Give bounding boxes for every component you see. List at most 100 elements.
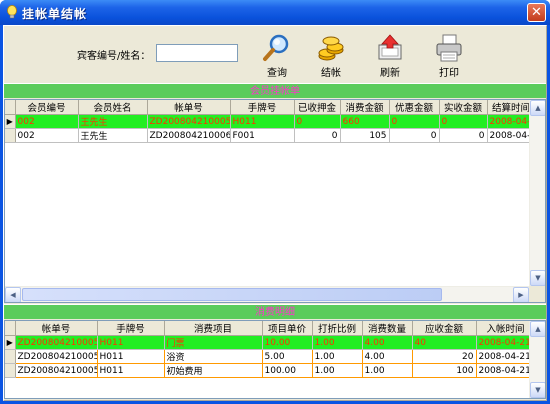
column-header[interactable]: 会员姓名 (78, 100, 148, 115)
table-cell[interactable]: 0 (294, 128, 341, 143)
bills-grid[interactable]: 会员编号 会员姓名 帐单号 手牌号 已收押金 消费金额 优惠金额 实收金额 结算… (4, 99, 546, 303)
table-cell[interactable]: ZD200804210005 (15, 335, 98, 350)
table-cell[interactable]: 2008-04-2 (487, 128, 536, 143)
close-button[interactable]: ✕ (527, 3, 546, 22)
checkout-button[interactable]: 结帐 (309, 33, 353, 79)
table-cell[interactable]: 0 (294, 114, 341, 129)
table-cell[interactable]: 0 (439, 114, 488, 129)
column-header[interactable]: 已收押金 (294, 100, 341, 115)
table-cell[interactable]: 浴资 (164, 349, 263, 364)
column-header[interactable]: 应收金额 (412, 321, 477, 336)
column-header[interactable]: 实收金额 (439, 100, 488, 115)
table-cell[interactable]: 4.00 (362, 335, 413, 350)
column-header[interactable]: 会员编号 (15, 100, 79, 115)
column-header[interactable]: 结算时间 (487, 100, 536, 115)
bills-horizontal-scrollbar[interactable]: ◀ ▶ (5, 286, 529, 302)
table-cell[interactable]: H011 (97, 363, 165, 378)
column-header[interactable]: 消费项目 (164, 321, 263, 336)
table-cell[interactable]: 初始费用 (164, 363, 263, 378)
table-row[interactable]: ZD200804210005 H011 浴资 5.00 1.00 4.00 20… (5, 349, 536, 364)
search-label: 宾客编号/姓名： (77, 51, 151, 62)
bills-vertical-scrollbar[interactable]: ▲ ▼ (529, 100, 545, 286)
lightbulb-icon (7, 5, 17, 19)
bills-header-row: 会员编号 会员姓名 帐单号 手牌号 已收押金 消费金额 优惠金额 实收金额 结算… (5, 100, 536, 115)
table-cell[interactable]: 002 (15, 114, 79, 129)
table-cell[interactable]: 40 (412, 335, 477, 350)
checkout-label: 结帐 (321, 68, 341, 79)
query-button[interactable]: 查询 (255, 33, 299, 79)
scroll-down-icon[interactable]: ▼ (530, 382, 545, 398)
scrollbar-thumb[interactable] (22, 288, 442, 301)
table-cell[interactable]: 2008-04-21 2 (476, 363, 536, 378)
column-header[interactable]: 帐单号 (147, 100, 231, 115)
table-cell[interactable]: 0 (439, 128, 488, 143)
table-cell[interactable]: 2008-04-21 2 (476, 335, 536, 350)
main-window: 挂帐单结帐 ✕ 宾客编号/姓名： 查询 结帐 刷新 打印 会员挂帐单 会员编号 … (0, 0, 550, 404)
table-cell[interactable]: 2008-04-21 2 (476, 349, 536, 364)
scroll-left-icon[interactable]: ◀ (5, 287, 21, 302)
table-cell[interactable]: 100.00 (262, 363, 313, 378)
table-cell[interactable]: ZD200804210005 (147, 114, 231, 129)
table-cell[interactable]: 100 (412, 363, 477, 378)
table-row[interactable]: ▶ ZD200804210005 H011 门票 10.00 1.00 4.00… (5, 335, 536, 350)
column-header[interactable]: 手牌号 (97, 321, 165, 336)
scroll-right-icon[interactable]: ▶ (513, 287, 529, 302)
table-cell[interactable]: H011 (97, 335, 165, 350)
table-cell[interactable]: 0 (389, 128, 440, 143)
table-cell[interactable]: 20 (412, 349, 477, 364)
table-row[interactable]: ▶ 002 王先生 ZD200804210005 H011 0 660 0 0 … (5, 114, 536, 129)
table-cell[interactable]: H011 (230, 114, 295, 129)
table-cell[interactable]: 1.00 (312, 349, 363, 364)
scroll-up-icon[interactable]: ▲ (530, 100, 545, 116)
query-label: 查询 (267, 68, 287, 79)
table-cell[interactable]: 1.00 (312, 363, 363, 378)
table-cell[interactable]: H011 (97, 349, 165, 364)
table-cell[interactable]: 002 (15, 128, 79, 143)
column-header[interactable]: 消费数量 (362, 321, 413, 336)
scroll-down-icon[interactable]: ▼ (530, 270, 545, 286)
table-cell[interactable]: ZD200804210006 (147, 128, 231, 143)
print-label: 打印 (439, 68, 459, 79)
printer-icon (436, 34, 462, 62)
bills-section-header: 会员挂帐单 (4, 83, 546, 98)
title-bar[interactable]: 挂帐单结帐 ✕ (0, 0, 550, 25)
column-header[interactable]: 优惠金额 (389, 100, 440, 115)
search-input[interactable] (156, 44, 238, 62)
table-cell[interactable]: 10.00 (262, 335, 313, 350)
refresh-label: 刷新 (380, 68, 400, 79)
refresh-icon (378, 34, 402, 60)
table-cell[interactable]: F001 (230, 128, 295, 143)
table-cell[interactable]: ZD200804210005 (15, 363, 98, 378)
column-header[interactable]: 消费金额 (340, 100, 390, 115)
table-cell[interactable]: 1.00 (362, 363, 413, 378)
coins-icon (318, 36, 344, 61)
column-header[interactable]: 打折比例 (312, 321, 363, 336)
details-vertical-scrollbar[interactable]: ▲ ▼ (529, 321, 545, 398)
column-header[interactable]: 手牌号 (230, 100, 295, 115)
window-title: 挂帐单结帐 (22, 7, 88, 21)
details-section-header: 消费明细 (4, 304, 546, 319)
table-cell[interactable]: 王先生 (78, 114, 148, 129)
table-row[interactable]: 002 王先生 ZD200804210006 F001 0 105 0 0 20… (5, 128, 536, 143)
column-header[interactable]: 入帐时间 (476, 321, 536, 336)
table-row[interactable]: ZD200804210005 H011 初始费用 100.00 1.00 1.0… (5, 363, 536, 378)
table-cell[interactable]: ZD200804210005 (15, 349, 98, 364)
details-grid[interactable]: 帐单号 手牌号 消费项目 项目单价 打折比例 消费数量 应收金额 入帐时间 ▶ … (4, 320, 546, 399)
table-cell[interactable]: 王先生 (78, 128, 148, 143)
table-cell[interactable]: 2008-04-2 (487, 114, 536, 129)
print-button[interactable]: 打印 (427, 33, 471, 79)
table-cell[interactable]: 0 (389, 114, 440, 129)
table-cell[interactable]: 1.00 (312, 335, 363, 350)
window-client-area: 宾客编号/姓名： 查询 结帐 刷新 打印 会员挂帐单 会员编号 会员姓名 帐单号… (3, 25, 547, 401)
table-cell[interactable]: 660 (340, 114, 390, 129)
table-cell[interactable]: 5.00 (262, 349, 313, 364)
row-indicator: ▶ (5, 335, 16, 350)
column-header[interactable]: 项目单价 (262, 321, 313, 336)
magnifier-icon (263, 34, 289, 61)
scroll-up-icon[interactable]: ▲ (530, 321, 545, 337)
table-cell[interactable]: 105 (340, 128, 390, 143)
refresh-button[interactable]: 刷新 (368, 33, 412, 79)
table-cell[interactable]: 4.00 (362, 349, 413, 364)
table-cell[interactable]: 门票 (164, 335, 263, 350)
column-header[interactable]: 帐单号 (15, 321, 98, 336)
